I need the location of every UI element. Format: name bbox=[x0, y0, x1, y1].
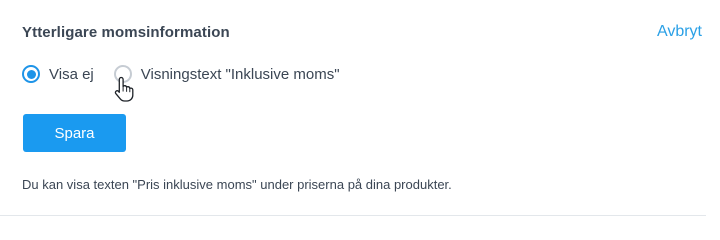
help-text: Du kan visa texten "Pris inklusive moms"… bbox=[22, 177, 452, 192]
section-divider bbox=[0, 215, 706, 216]
section-title: Ytterligare momsinformation bbox=[22, 24, 230, 41]
save-button[interactable]: Spara bbox=[23, 114, 126, 152]
vat-info-panel: Ytterligare momsinformation Avbryt Visa … bbox=[0, 0, 720, 224]
radio-label-hide: Visa ej bbox=[49, 65, 94, 83]
radio-option-hide[interactable]: Visa ej bbox=[22, 65, 94, 83]
radio-label-show-text: Visningstext "Inklusive moms" bbox=[140, 65, 340, 83]
radio-selected-dot bbox=[26, 69, 36, 79]
cancel-link[interactable]: Avbryt bbox=[657, 23, 702, 41]
radio-option-show-text[interactable]: Visningstext "Inklusive moms" bbox=[113, 65, 340, 83]
radio-button-hide[interactable] bbox=[22, 65, 40, 83]
hand-pointer-icon bbox=[114, 76, 134, 102]
vat-display-radio-group: Visa ej Visningstext "Inklusive moms" bbox=[22, 63, 340, 85]
